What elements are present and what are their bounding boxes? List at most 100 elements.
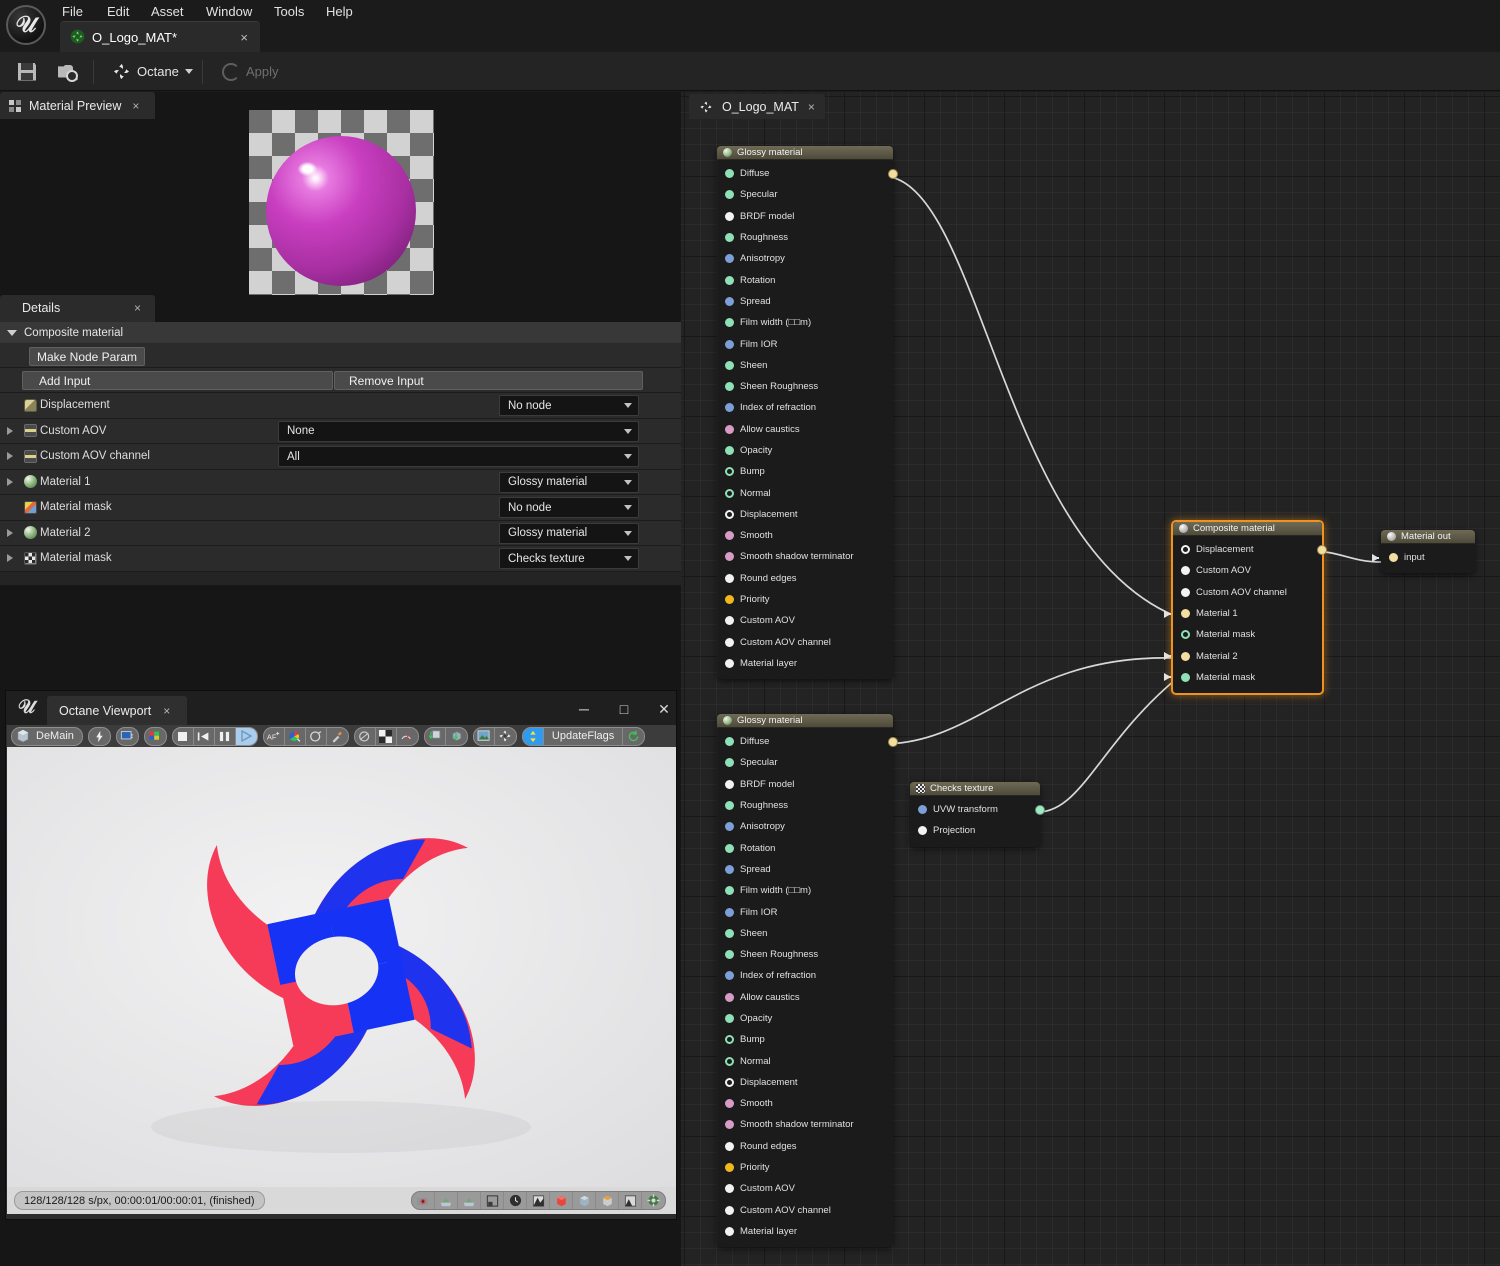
graph-node-matout[interactable]: Material out input	[1372, 530, 1475, 574]
port-dot[interactable]	[725, 843, 734, 853]
node-port-row[interactable]: Priority	[717, 589, 893, 610]
region-render-button[interactable]	[355, 727, 376, 745]
port-dot[interactable]	[725, 737, 734, 747]
port-dot[interactable]	[725, 658, 734, 668]
port-dot[interactable]	[725, 822, 734, 832]
port-dot[interactable]	[725, 339, 734, 349]
port-dot[interactable]	[725, 467, 734, 477]
apply-button[interactable]: Apply	[214, 56, 287, 87]
node-port-row[interactable]: Material 2	[1164, 645, 1322, 666]
node-port-row[interactable]: Index of refraction	[717, 397, 893, 418]
node-port-row[interactable]: Smooth	[717, 1093, 893, 1114]
pause-button[interactable]	[215, 727, 236, 745]
node-port-row[interactable]: Custom AOV	[1173, 560, 1322, 581]
node-port-row[interactable]: Film width (□□m)	[717, 312, 893, 333]
port-dot[interactable]	[725, 1014, 734, 1023]
expand-arrow-icon[interactable]	[7, 528, 13, 537]
node-port-row[interactable]: Allow caustics	[717, 987, 893, 1008]
node-port-row[interactable]: Opacity	[717, 1008, 893, 1029]
port-dot[interactable]	[725, 779, 734, 789]
node-output-port[interactable]	[1317, 544, 1327, 555]
node-port-row[interactable]: Specular	[717, 752, 893, 773]
details-row-dropdown[interactable]: No node	[499, 497, 639, 518]
node-port-row[interactable]: UVW transform	[910, 799, 1045, 820]
port-dot[interactable]	[1181, 566, 1190, 576]
tab-details[interactable]: Details ×	[0, 295, 155, 322]
node-port-row[interactable]: Custom AOV	[717, 610, 893, 631]
white-balance-button[interactable]	[285, 727, 306, 745]
port-dot[interactable]	[725, 971, 734, 981]
gradient-button[interactable]	[619, 1192, 642, 1209]
port-dot[interactable]	[725, 864, 734, 874]
node-port-row[interactable]: Sheen	[717, 923, 893, 944]
port-dot[interactable]	[725, 360, 734, 370]
port-dot[interactable]	[1181, 651, 1190, 661]
port-dot[interactable]	[725, 950, 734, 960]
node-port-row[interactable]: Opacity	[717, 440, 893, 461]
orange-cube-button[interactable]	[596, 1192, 619, 1209]
port-dot[interactable]	[725, 509, 734, 519]
port-dot[interactable]	[725, 801, 734, 811]
row-expander[interactable]	[0, 426, 20, 435]
node-header[interactable]: Glossy material	[717, 714, 893, 728]
port-dot[interactable]	[725, 446, 734, 455]
octane-settings-button[interactable]	[495, 728, 516, 745]
node-output-port[interactable]	[1035, 804, 1045, 815]
port-dot[interactable]	[725, 1035, 734, 1045]
exposure-button[interactable]	[306, 727, 327, 745]
port-dot[interactable]	[725, 169, 734, 179]
af-button[interactable]: AF	[264, 727, 285, 745]
menu-window[interactable]: Window	[200, 1, 258, 23]
port-dot[interactable]	[725, 424, 734, 434]
node-port-row[interactable]: Diffuse	[717, 731, 898, 752]
expand-arrow-icon[interactable]	[7, 426, 13, 435]
import-button[interactable]	[425, 727, 446, 745]
port-dot[interactable]	[725, 907, 734, 917]
row-expander[interactable]	[0, 452, 20, 461]
port-dot[interactable]	[725, 296, 734, 306]
blue-cube-button[interactable]	[573, 1192, 596, 1209]
node-port-row[interactable]: Smooth	[717, 525, 893, 546]
node-port-row[interactable]: Material mask	[1164, 667, 1322, 688]
save-button[interactable]	[10, 56, 44, 87]
graph-node-checks[interactable]: Checks texture UVW transform Projection	[910, 782, 1045, 847]
menu-help[interactable]: Help	[320, 1, 359, 23]
menu-tools[interactable]: Tools	[268, 1, 310, 23]
port-dot[interactable]	[725, 233, 734, 243]
checker-button[interactable]	[376, 727, 397, 745]
row-expander[interactable]	[0, 528, 20, 537]
update-flags-label-button[interactable]: UpdateFlags	[544, 727, 624, 745]
port-dot[interactable]	[725, 595, 734, 605]
port-dot[interactable]	[725, 928, 734, 938]
node-input-connector-icon[interactable]	[1372, 553, 1379, 562]
node-port-row[interactable]: BRDF model	[717, 206, 893, 227]
resolution-button[interactable]	[481, 1192, 504, 1209]
port-dot[interactable]	[725, 1077, 734, 1087]
browse-button[interactable]	[50, 56, 86, 87]
node-header[interactable]: Composite material	[1173, 522, 1322, 536]
node-port-row[interactable]: Rotation	[717, 837, 893, 858]
node-port-row[interactable]: Roughness	[717, 795, 893, 816]
node-port-row[interactable]: Specular	[717, 184, 893, 205]
port-dot[interactable]	[725, 1184, 734, 1194]
node-port-row[interactable]: Material mask	[1173, 624, 1322, 645]
tab-node-graph-close-icon[interactable]: ×	[808, 100, 815, 114]
tab-octane-viewport[interactable]: Octane Viewport ×	[47, 696, 187, 725]
color-swatch-button[interactable]	[145, 728, 166, 745]
node-port-row[interactable]: Custom AOV channel	[717, 1200, 893, 1221]
node-port-row[interactable]: Sheen Roughness	[717, 376, 893, 397]
port-dot[interactable]	[725, 318, 734, 328]
port-dot[interactable]	[725, 552, 734, 562]
node-port-row[interactable]: Film IOR	[717, 901, 893, 922]
port-dot[interactable]	[725, 758, 734, 768]
port-dot[interactable]	[725, 637, 734, 647]
expand-arrow-icon[interactable]	[7, 477, 13, 486]
row-expander[interactable]	[0, 477, 20, 486]
clock-button[interactable]	[504, 1192, 527, 1209]
window-maximize-button[interactable]: □	[611, 699, 637, 719]
port-dot[interactable]	[725, 1226, 734, 1236]
node-input-connector-icon[interactable]	[1164, 652, 1171, 661]
window-minimize-button[interactable]: ─	[571, 699, 597, 719]
update-flags-toggle[interactable]	[522, 727, 544, 745]
graph-node-composite[interactable]: Composite material Displacement Custom AOV…	[1164, 520, 1327, 696]
